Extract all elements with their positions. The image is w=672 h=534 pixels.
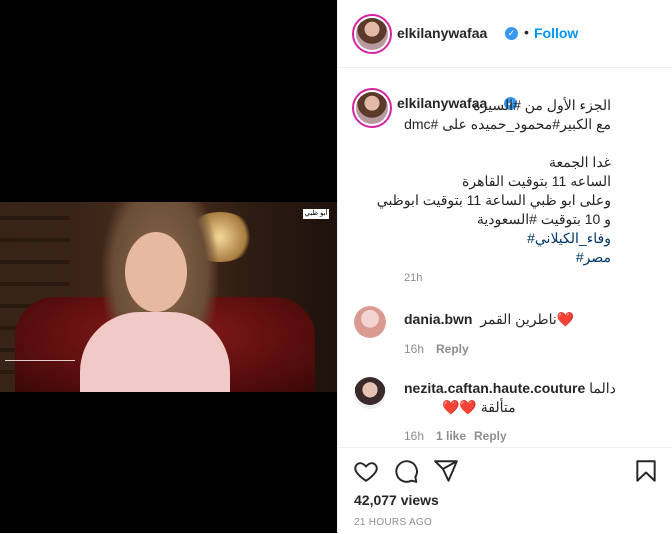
channel-logo: أبو ظبي <box>303 209 329 219</box>
caption-line-9[interactable]: مصر# <box>351 248 611 267</box>
comment-1-username[interactable]: dania.bwn <box>404 311 472 327</box>
video-player[interactable]: أبو ظبي <box>0 202 337 392</box>
comment-1-reply-button[interactable]: Reply <box>436 342 469 356</box>
caption-line-2: مع الكبير#محمود_حميده على #dmc <box>404 116 611 132</box>
caption-line-1: الجزء الأول من #السيرة <box>473 97 611 113</box>
author-avatar-image <box>356 18 388 50</box>
view-count[interactable]: 42,077 views <box>354 492 439 508</box>
comment-2-text: دالما <box>589 380 616 396</box>
author-username[interactable]: elkilanywafaa <box>397 25 487 41</box>
commenter-avatar-2[interactable] <box>354 377 386 409</box>
comment-1-timestamp[interactable]: 16h <box>404 342 424 356</box>
video-lower-third <box>5 360 75 389</box>
post-media[interactable]: أبو ظبي <box>0 0 337 533</box>
comment-2-username[interactable]: nezita.caftan.haute.couture <box>404 380 585 396</box>
comment-2-reply-button[interactable]: Reply <box>474 429 507 443</box>
author-avatar[interactable] <box>352 14 392 54</box>
post-time-ago[interactable]: 21 HOURS AGO <box>354 517 432 528</box>
post-header: elkilanywafaa ✓ • Follow <box>338 0 672 68</box>
verified-icon: ✓ <box>505 27 518 40</box>
caption-line-7: و 10 بتوقيت #السعودية <box>476 211 611 227</box>
comment-icon[interactable] <box>393 458 419 484</box>
comment-1: dania.bwn ناطرين القمر ❤️ <box>404 310 644 329</box>
post-actions: 42,077 views 21 HOURS AGO <box>338 447 672 534</box>
commenter-avatar-1[interactable] <box>354 306 386 338</box>
comment-1-text: ناطرين القمر <box>476 311 557 327</box>
post-side-panel: elkilanywafaa ✓ • Follow elkilanywafaa ✓… <box>337 0 672 533</box>
caption-line-4: غدا الجمعة <box>549 154 611 170</box>
caption-timestamp[interactable]: 21h <box>404 272 422 284</box>
comment-2-timestamp[interactable]: 16h <box>404 429 424 443</box>
comment-1-heart: ❤️ <box>556 311 575 327</box>
comment-2-text-line2: ❤️❤️ متألقة <box>442 399 516 415</box>
follow-button[interactable]: Follow <box>534 25 578 41</box>
post-caption: الجزء الأول من #السيرة مع الكبير#محمود_ح… <box>351 96 611 267</box>
separator-dot: • <box>524 24 529 40</box>
comment-2-likes[interactable]: 1 like <box>436 429 466 443</box>
commenter-avatar-1-image <box>354 306 386 338</box>
share-icon[interactable] <box>433 458 459 484</box>
heart-icon[interactable] <box>353 458 379 484</box>
comment-2: nezita.caftan.haute.couture دالما ❤️❤️ م… <box>404 379 664 417</box>
caption-line-6: وعلى ابو ظبي الساعة 11 بتوقيت ابوظبي <box>376 192 611 208</box>
comment-2-hearts: ❤️❤️ <box>442 399 477 415</box>
video-person-face <box>125 232 187 312</box>
commenter-avatar-2-image <box>354 377 386 409</box>
caption-line-5: الساعه 11 بتوقيت القاهرة <box>462 173 611 189</box>
caption-line-8[interactable]: وفاء_الكيلاني# <box>351 229 611 248</box>
bookmark-icon[interactable] <box>633 458 659 484</box>
